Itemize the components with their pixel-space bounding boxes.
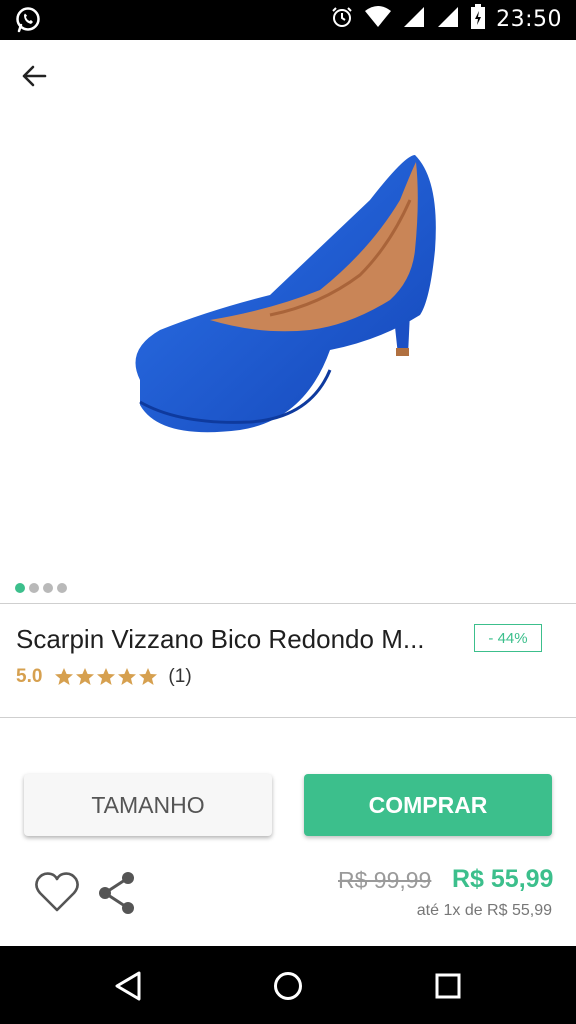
rating-row[interactable]: 5.0 (1) — [16, 666, 192, 688]
navigation-bar — [0, 946, 576, 1024]
clock: 23:50 — [496, 7, 562, 32]
product-image[interactable] — [120, 140, 450, 450]
divider — [0, 717, 576, 718]
circle-home-icon — [274, 972, 302, 1000]
wifi-icon — [364, 5, 392, 34]
star-icon — [118, 668, 137, 685]
nav-back-button[interactable] — [108, 966, 148, 1006]
nav-recents-button[interactable] — [428, 966, 468, 1006]
pager-dot[interactable] — [15, 583, 25, 593]
discount-badge: - 44% — [474, 624, 542, 652]
size-button[interactable]: TAMANHO — [24, 774, 272, 836]
divider — [0, 603, 576, 604]
pager-dot[interactable] — [43, 583, 53, 593]
rating-value: 5.0 — [16, 666, 43, 687]
product-title: Scarpin Vizzano Bico Redondo M... — [16, 624, 425, 654]
pager-dot[interactable] — [29, 583, 39, 593]
signal-icon — [436, 5, 460, 34]
pager-dot[interactable] — [57, 583, 67, 593]
battery-icon — [470, 4, 486, 35]
heart-icon[interactable] — [34, 870, 80, 919]
buy-button[interactable]: COMPRAR — [304, 774, 552, 836]
old-price: R$ 99,99 — [338, 867, 432, 893]
installments-text: até 1x de R$ 55,99 — [416, 902, 552, 919]
arrow-back-icon — [22, 65, 47, 87]
star-icon — [76, 668, 95, 685]
star-icon — [97, 668, 116, 685]
image-pager-dots[interactable] — [15, 583, 67, 593]
status-bar: 23:50 — [0, 0, 576, 40]
alarm-icon — [330, 5, 354, 34]
signal-icon — [402, 5, 426, 34]
back-button[interactable] — [14, 56, 54, 96]
new-price: R$ 55,99 — [452, 865, 554, 893]
share-icon[interactable] — [96, 870, 138, 921]
nav-home-button[interactable] — [268, 966, 308, 1006]
star-icon — [139, 668, 158, 685]
triangle-back-icon — [115, 971, 141, 1001]
star-icon — [55, 668, 74, 685]
review-count: (1) — [168, 666, 192, 687]
rating-stars — [54, 667, 158, 687]
square-recents-icon — [435, 973, 461, 999]
whatsapp-icon — [14, 6, 42, 39]
